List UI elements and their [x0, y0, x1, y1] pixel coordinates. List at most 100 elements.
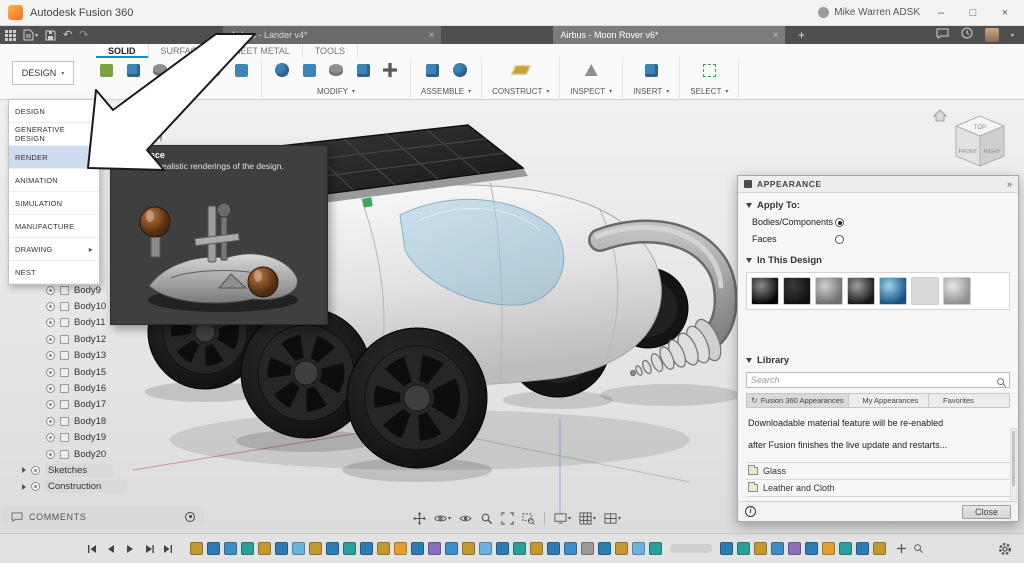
timeline-feature-icon[interactable] — [445, 542, 458, 555]
user-avatar[interactable] — [985, 28, 999, 42]
scrollbar-thumb[interactable] — [1012, 431, 1015, 486]
visibility-eye-icon[interactable] — [31, 482, 40, 491]
timeline-zoom-icon[interactable] — [913, 543, 924, 554]
timeline-feature-icon[interactable] — [754, 542, 767, 555]
library-section-header[interactable]: Library — [738, 348, 1018, 369]
settings-gear-icon[interactable] — [998, 542, 1012, 556]
ribbon-tab[interactable]: TOOLS — [303, 44, 358, 58]
visibility-eye-icon[interactable] — [46, 318, 55, 327]
timeline-feature-icon[interactable] — [771, 542, 784, 555]
visibility-eye-icon[interactable] — [46, 433, 55, 442]
browser-body-row[interactable]: Body13 — [46, 348, 106, 364]
timeline-feature-icon[interactable] — [292, 542, 305, 555]
timeline-feature-icon[interactable] — [496, 542, 509, 555]
timeline-scrollbar[interactable] — [670, 544, 712, 553]
home-icon[interactable] — [934, 110, 946, 121]
timeline-feature-icon[interactable] — [737, 542, 750, 555]
timeline-feature-icon[interactable] — [856, 542, 869, 555]
visibility-eye-icon[interactable] — [160, 123, 162, 142]
minimize-button[interactable]: – — [930, 7, 952, 19]
browser-body-row[interactable]: Body17 — [46, 397, 106, 413]
close-tab-icon[interactable]: × — [429, 30, 435, 41]
assemble-menu-button[interactable]: ASSEMBLE▾ — [421, 87, 471, 97]
dark-chrome-appearance[interactable] — [847, 277, 875, 305]
visibility-eye-icon[interactable] — [46, 351, 55, 360]
maximize-button[interactable]: □ — [962, 7, 984, 19]
viewcube-right-label[interactable]: RIGHT — [983, 149, 1001, 155]
matte-black-appearance[interactable] — [783, 277, 811, 305]
timeline-feature-icon[interactable] — [581, 542, 594, 555]
timeline-feature-icon[interactable] — [822, 542, 835, 555]
timeline-feature-icon[interactable] — [720, 542, 733, 555]
browser-body-row[interactable]: Body20 — [46, 446, 106, 462]
browser-body-row[interactable]: Body16 — [46, 380, 106, 396]
timeline-feature-icon[interactable] — [615, 542, 628, 555]
construct-menu-button[interactable]: CONSTRUCT▾ — [492, 87, 549, 97]
comments-bar[interactable]: COMMENTS — [2, 507, 204, 526]
ribbon-tab[interactable]: SOLID — [96, 44, 149, 58]
ribbon-tab[interactable]: SHEET METAL — [216, 44, 303, 58]
step-forward-icon[interactable] — [143, 543, 155, 555]
inspect-menu-button[interactable]: INSPECT▾ — [570, 87, 612, 97]
close-tab-icon[interactable]: × — [773, 30, 779, 41]
timeline-feature-icon[interactable] — [873, 542, 886, 555]
timeline-feature-icon[interactable] — [598, 542, 611, 555]
workspace-menu-item[interactable]: DRAWING ▸ — [9, 238, 99, 261]
radio-icon[interactable] — [835, 218, 844, 227]
look-at-icon[interactable] — [456, 509, 475, 527]
undo-icon[interactable]: ↶ — [63, 30, 72, 41]
collapse-panel-icon[interactable]: » — [1007, 179, 1012, 189]
library-folder[interactable]: Glass — [746, 463, 1010, 480]
workspace-menu-item[interactable]: ANIMATION ▸ — [9, 169, 99, 192]
timeline-feature-icon[interactable] — [207, 542, 220, 555]
timeline-feature-icon[interactable] — [190, 542, 203, 555]
expand-arrow-icon[interactable] — [22, 484, 26, 490]
glossy-blue-appearance[interactable] — [879, 277, 907, 305]
save-icon[interactable] — [45, 30, 56, 41]
chevron-down-icon[interactable]: ▾ — [1011, 32, 1014, 39]
fit-view-icon[interactable] — [498, 509, 517, 527]
timeline-feature-icon[interactable] — [275, 542, 288, 555]
orbit-icon[interactable]: ▾ — [431, 509, 454, 527]
timeline-feature-icon[interactable] — [632, 542, 645, 555]
modify-menu-button[interactable]: MODIFY▾ — [317, 87, 355, 97]
glossy-black-appearance[interactable] — [751, 277, 779, 305]
timeline-feature-icon[interactable] — [326, 542, 339, 555]
timeline-feature-icon[interactable] — [428, 542, 441, 555]
comments-icon[interactable] — [936, 26, 949, 44]
insert-menu-button[interactable]: INSERT▾ — [633, 87, 669, 97]
visibility-eye-icon[interactable] — [46, 384, 55, 393]
display-settings-icon[interactable]: ▾ — [551, 509, 574, 527]
timeline-feature-icon[interactable] — [564, 542, 577, 555]
timeline-feature-icon[interactable] — [513, 542, 526, 555]
browser-body-row[interactable]: Body15 — [46, 364, 106, 380]
visibility-eye-icon[interactable] — [46, 302, 55, 311]
timeline-feature-icon[interactable] — [224, 542, 237, 555]
info-icon[interactable]: i — [745, 506, 756, 517]
search-icon[interactable] — [996, 375, 1007, 393]
redo-icon[interactable]: ↷ — [79, 30, 88, 41]
grid-display-icon[interactable]: ▾ — [576, 509, 599, 527]
timeline-feature-icon[interactable] — [343, 542, 356, 555]
apply-to-option[interactable]: Bodies/Components — [738, 214, 1018, 231]
view-cube[interactable]: TOP FRONT RIGHT — [930, 104, 1008, 174]
zoom-icon[interactable] — [477, 509, 496, 527]
browser-body-row[interactable]: Body10 — [46, 298, 106, 314]
document-tab[interactable]: Airbus - Moon Rover v6* × — [553, 26, 785, 44]
apply-to-option[interactable]: Faces — [738, 231, 1018, 248]
select-menu-button[interactable]: SELECT▾ — [690, 87, 728, 97]
timeline-feature-icon[interactable] — [394, 542, 407, 555]
document-tab[interactable]: Airbus - Lander v4* × — [223, 26, 441, 44]
timeline-feature-icon[interactable] — [530, 542, 543, 555]
timeline-feature-icon[interactable] — [805, 542, 818, 555]
panel-grip-icon[interactable] — [744, 180, 752, 188]
timeline-feature-icon[interactable] — [360, 542, 373, 555]
visibility-eye-icon[interactable] — [46, 335, 55, 344]
timeline-feature-icon[interactable] — [258, 542, 271, 555]
search-box[interactable] — [746, 372, 1010, 388]
timeline-feature-icon[interactable] — [241, 542, 254, 555]
timeline-feature-icon[interactable] — [788, 542, 801, 555]
timeline-feature-icon[interactable] — [462, 542, 475, 555]
workspace-switcher-button[interactable]: DESIGN ▾ — [12, 61, 74, 85]
go-to-end-icon[interactable] — [162, 543, 174, 555]
